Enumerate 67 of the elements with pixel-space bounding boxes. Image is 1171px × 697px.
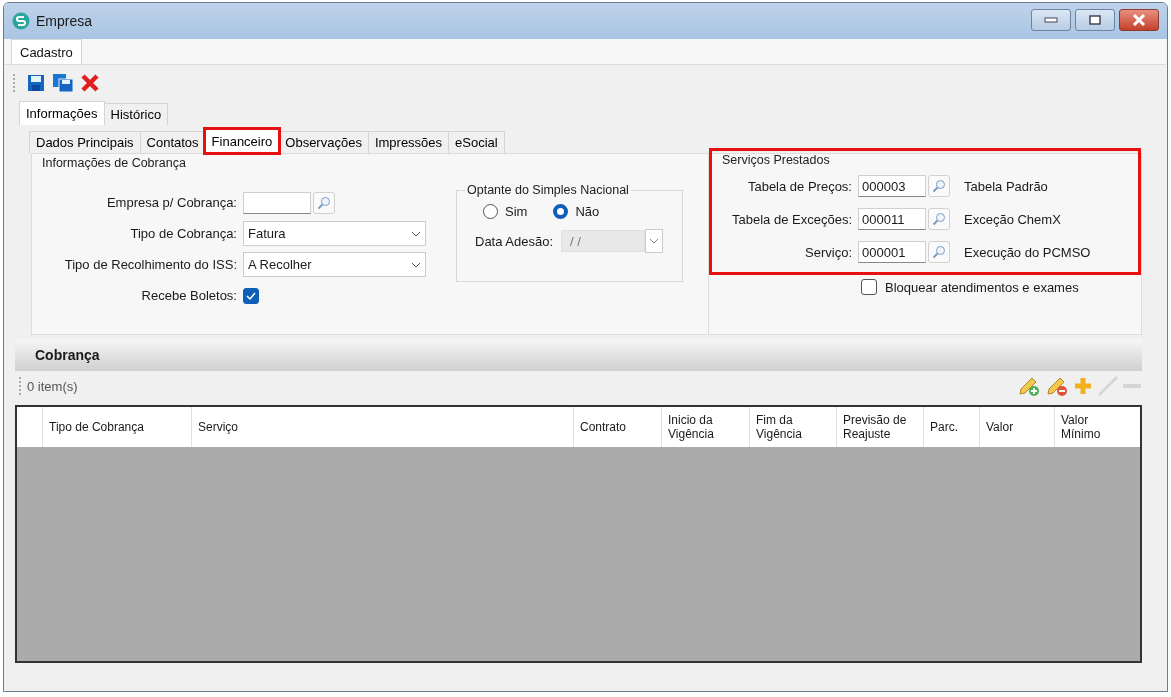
close-button[interactable] <box>1119 9 1159 31</box>
tab[interactable]: Histórico <box>103 103 169 125</box>
radio-label: Não <box>575 204 600 219</box>
field-label: Tipo de Cobrança: <box>129 226 237 241</box>
search-button[interactable] <box>928 175 950 197</box>
check-icon <box>245 290 257 301</box>
slash-icon <box>1097 375 1119 397</box>
field-label: Tipo de Recolhimento do ISS: <box>63 257 237 272</box>
group-title: Serviços Prestados <box>722 153 831 167</box>
field-label: Recebe Boletos: <box>140 288 237 303</box>
tab[interactable]: Financeiro <box>204 129 280 153</box>
minimize-icon <box>1044 17 1058 23</box>
radio-label: Sim <box>505 204 528 219</box>
checkbox[interactable] <box>861 279 877 295</box>
field-label: Data Adesão: <box>475 233 554 249</box>
field-label: Empresa p/ Cobrança: <box>105 195 237 210</box>
chevron-down-icon <box>411 230 421 237</box>
section-header: Cobrança <box>15 339 1142 371</box>
group-title: Informações de Cobrança <box>42 156 187 170</box>
plus-icon <box>1073 376 1093 396</box>
dropdown[interactable]: Fatura <box>243 221 426 246</box>
tab[interactable]: Informações <box>19 101 105 125</box>
input-field[interactable]: 000011 <box>858 208 926 230</box>
pencil-minus-icon <box>1045 375 1069 397</box>
tab[interactable]: Dados Principais <box>29 131 141 153</box>
minimize-button[interactable] <box>1031 9 1071 31</box>
input-field[interactable] <box>243 191 311 214</box>
search-icon <box>932 179 946 193</box>
search-button[interactable] <box>928 208 950 230</box>
input-field[interactable]: 000003 <box>858 175 926 197</box>
column-header[interactable]: Valor Mínimo <box>1055 407 1131 447</box>
field-label: Serviço: <box>804 244 852 260</box>
item-count: 0 item(s) <box>27 378 78 394</box>
field-label: Tabela de Preços: <box>746 178 852 194</box>
tab[interactable]: Observações <box>278 131 369 153</box>
save-all-button[interactable] <box>51 72 75 94</box>
maximize-button[interactable] <box>1075 9 1115 31</box>
app-logo-icon <box>12 12 30 30</box>
radio-button[interactable] <box>483 204 498 219</box>
maximize-icon <box>1089 15 1101 25</box>
delete-button[interactable] <box>79 72 101 94</box>
search-icon <box>932 212 946 226</box>
checkbox[interactable] <box>243 287 259 304</box>
pencil-plus-icon <box>1017 375 1041 397</box>
search-icon <box>317 195 331 210</box>
tab[interactable]: eSocial <box>448 131 505 153</box>
ribbon-tab[interactable]: Cadastro <box>11 39 82 64</box>
description-text: Tabela Padrão <box>964 178 1048 194</box>
close-icon <box>1131 14 1147 26</box>
chevron-down-icon <box>411 261 421 268</box>
input-field[interactable]: 000001 <box>858 241 926 263</box>
search-button[interactable] <box>313 191 335 214</box>
tab[interactable]: Impressões <box>367 131 450 153</box>
search-button[interactable] <box>928 241 950 263</box>
group-title: Optante do Simples Nacional <box>465 183 631 197</box>
checkbox-label: Bloquear atendimentos e exames <box>885 279 1079 295</box>
search-icon <box>932 245 946 259</box>
window-title: Empresa <box>36 13 93 29</box>
floppy-disks-icon <box>52 73 74 93</box>
chevron-down-icon <box>649 238 660 244</box>
description-text: Exceção ChemX <box>964 211 1061 227</box>
radio-button[interactable] <box>553 204 569 219</box>
save-button[interactable] <box>25 72 47 94</box>
description-text: Execução do PCMSO <box>964 244 1091 260</box>
field-label: Tabela de Exceções: <box>731 211 852 227</box>
x-icon <box>80 73 100 93</box>
dropdown[interactable]: A Recolher <box>243 252 426 277</box>
